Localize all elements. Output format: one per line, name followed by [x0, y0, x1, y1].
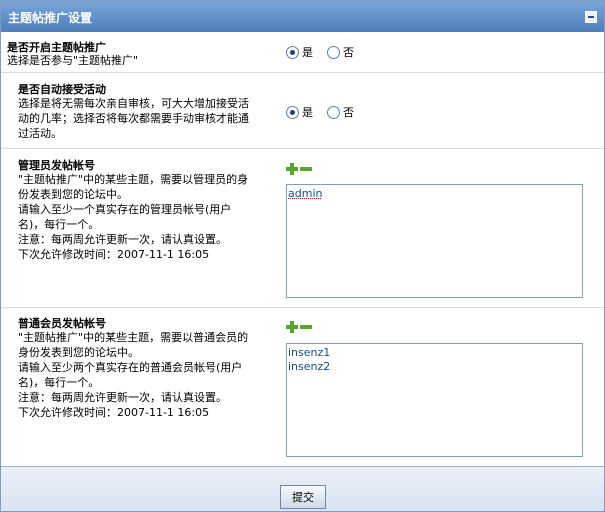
- member-account-textarea[interactable]: insenz1 insenz2: [286, 343, 583, 457]
- desc-line: 下次允许修改时间：2007-11-1 16:05: [18, 406, 210, 419]
- member-account-title: 普通会员发帖帐号: [18, 317, 106, 330]
- desc-line: 下次允许修改时间：2007-11-1 16:05: [18, 248, 210, 261]
- add-row-icon[interactable]: [286, 321, 298, 333]
- member-adders: [286, 321, 314, 333]
- desc-line: 请输入至少一个真实存在的管理员帐号(用户: [18, 203, 232, 216]
- auto-accept-radio-group: 是 否: [286, 104, 368, 120]
- textarea-line: insenz1: [288, 346, 331, 359]
- admin-account-desc: "主题帖推广"中的某些主题，需要以管理员的身 份发表到您的论坛中。 请输入至少一…: [18, 172, 278, 262]
- desc-line: 请输入至少两个真实存在的普通会员帐号(用户: [18, 361, 243, 374]
- desc-line: 身份发表到您的论坛中。: [18, 346, 139, 359]
- auto-accept-desc: 选择是将无需每次亲自审核，可大大增加接受活 动的几率；选择否将每次都需要手动审核…: [18, 96, 273, 141]
- enable-yes-radio[interactable]: [286, 45, 299, 59]
- settings-panel: 主题帖推广设置 是否开启主题帖推广 选择是否参与"主题帖推广" 是 否 是否自动…: [0, 0, 605, 512]
- admin-account-textarea[interactable]: admin: [286, 184, 583, 298]
- panel-header: 主题帖推广设置: [1, 1, 604, 32]
- enable-radio-group: 是 否: [286, 44, 368, 60]
- enable-no-radio[interactable]: [327, 45, 340, 59]
- enable-desc: 选择是否参与"主题帖推广": [7, 54, 139, 67]
- row-admin-account: 管理员发帖帐号 "主题帖推广"中的某些主题，需要以管理员的身 份发表到您的论坛中…: [1, 150, 604, 308]
- admin-account-title: 管理员发帖帐号: [18, 159, 95, 172]
- desc-line: "主题帖推广"中的某些主题，需要以管理员的身: [18, 173, 249, 186]
- desc-line: 过活动。: [18, 127, 62, 140]
- auto-accept-title: 是否自动接受活动: [18, 83, 106, 96]
- add-row-icon[interactable]: [286, 163, 298, 175]
- row-enable: 是否开启主题帖推广 选择是否参与"主题帖推广" 是 否: [1, 33, 604, 73]
- desc-line: 选择是将无需每次亲自审核，可大大增加接受活: [18, 97, 249, 110]
- desc-line: 份发表到您的论坛中。: [18, 188, 128, 201]
- member-account-desc: "主题帖推广"中的某些主题，需要以普通会员的 身份发表到您的论坛中。 请输入至少…: [18, 330, 278, 420]
- textarea-line: admin: [288, 187, 323, 200]
- submit-button[interactable]: 提交: [280, 485, 326, 509]
- row-member-account: 普通会员发帖帐号 "主题帖推广"中的某些主题，需要以普通会员的 身份发表到您的论…: [1, 309, 604, 465]
- auto-accept-yes-radio[interactable]: [286, 105, 299, 119]
- remove-row-icon[interactable]: [300, 163, 312, 175]
- desc-line: 名)，每行一个。: [18, 218, 100, 231]
- desc-line: "主题帖推广"中的某些主题，需要以普通会员的: [18, 331, 249, 344]
- textarea-line: insenz2: [288, 360, 331, 373]
- enable-no-label[interactable]: 否: [343, 44, 354, 60]
- row-auto-accept: 是否自动接受活动 选择是将无需每次亲自审核，可大大增加接受活 动的几率；选择否将…: [1, 74, 604, 149]
- panel-footer: 提交: [1, 466, 604, 511]
- desc-line: 注意：每两周允许更新一次，请认真设置。: [18, 391, 227, 404]
- admin-adders: [286, 163, 314, 175]
- enable-yes-label[interactable]: 是: [302, 44, 313, 60]
- collapse-icon[interactable]: [585, 11, 597, 23]
- panel-title: 主题帖推广设置: [8, 11, 93, 25]
- auto-accept-yes-label[interactable]: 是: [302, 104, 313, 120]
- auto-accept-no-radio[interactable]: [327, 105, 340, 119]
- auto-accept-no-label[interactable]: 否: [343, 104, 354, 120]
- desc-line: 注意：每两周允许更新一次，请认真设置。: [18, 233, 227, 246]
- remove-row-icon[interactable]: [300, 321, 312, 333]
- desc-line: 名)，每行一个。: [18, 376, 100, 389]
- desc-line: 动的几率；选择否将每次都需要手动审核才能通: [18, 112, 249, 125]
